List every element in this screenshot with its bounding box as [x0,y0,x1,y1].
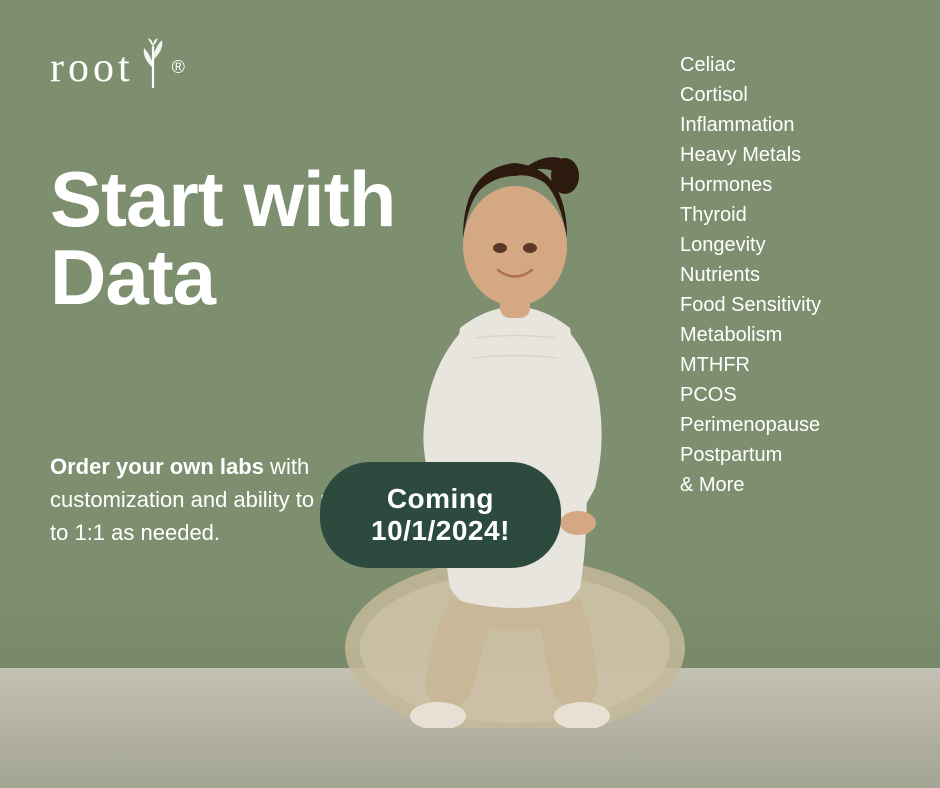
logo-area: root ® [50,36,189,99]
main-container: root ® Start with Data [0,0,940,788]
right-list: CeliacCortisolInflammationHeavy MetalsHo… [680,50,900,500]
list-item: MTHFR [680,350,900,380]
list-item: Postpartum [680,440,900,470]
cta-button[interactable]: Coming 10/1/2024! [320,462,561,568]
subtext-bold: Order your own labs [50,454,264,479]
logo: root ® [50,36,189,99]
list-item: Hormones [680,170,900,200]
list-item: Nutrients [680,260,900,290]
list-item: Celiac [680,50,900,80]
list-item: & More [680,470,900,500]
logo-text: root [50,44,134,92]
list-item: Food Sensitivity [680,290,900,320]
logo-registered: ® [172,57,189,78]
list-item: Thyroid [680,200,900,230]
list-item: Metabolism [680,320,900,350]
list-item: Heavy Metals [680,140,900,170]
person-image [330,108,700,728]
list-item: Inflammation [680,110,900,140]
list-item: Cortisol [680,80,900,110]
list-item: PCOS [680,380,900,410]
list-item: Longevity [680,230,900,260]
logo-plant-icon [136,36,170,99]
cta-label: Coming 10/1/2024! [371,483,510,546]
list-item: Perimenopause [680,410,900,440]
